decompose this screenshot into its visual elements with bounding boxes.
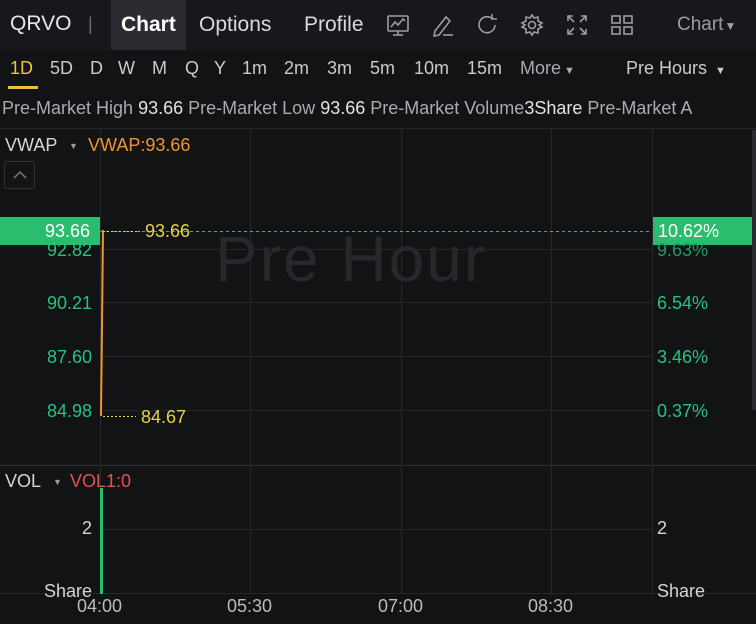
vwap-price-line	[100, 230, 104, 417]
volume-tick-left: 2	[81, 518, 92, 538]
indicator-value: VWAP:93.66	[88, 135, 191, 155]
y-tick-right: 6.54%	[657, 293, 709, 313]
right-edge-scrollbar[interactable]	[752, 130, 756, 410]
y-tick-left: 84.98	[46, 401, 92, 421]
session-watermark: Pre Hour	[215, 223, 488, 295]
chevron-up-icon	[13, 170, 27, 179]
chevron-down-icon[interactable]: ▼	[53, 477, 62, 487]
y-tick-left: 92.82	[46, 240, 92, 260]
volume-unit-right: Share	[657, 581, 706, 601]
x-tick: 04:00	[77, 596, 123, 616]
high-marker-label: 93.66	[145, 221, 191, 241]
volume-tick-right: 2	[657, 518, 668, 538]
y-tick-right: 3.46%	[657, 347, 709, 367]
x-tick: 08:30	[528, 596, 574, 616]
y-tick-left: 90.21	[46, 293, 92, 313]
y-tick-right: 0.37%	[657, 401, 709, 421]
x-tick: 05:30	[227, 596, 273, 616]
price-chart[interactable]	[0, 0, 756, 624]
volume-value: VOL1:0	[70, 471, 132, 491]
volume-label[interactable]: VOL	[5, 471, 41, 492]
indicator-label[interactable]: VWAP	[5, 135, 57, 156]
volume-bar	[100, 488, 103, 594]
collapse-button[interactable]	[4, 161, 35, 189]
low-marker-label: 84.67	[141, 407, 187, 427]
x-tick: 07:00	[378, 596, 424, 616]
chevron-down-icon[interactable]: ▼	[69, 141, 78, 151]
y-tick-right: 9.63%	[657, 240, 709, 260]
y-tick-left: 87.60	[46, 347, 92, 367]
